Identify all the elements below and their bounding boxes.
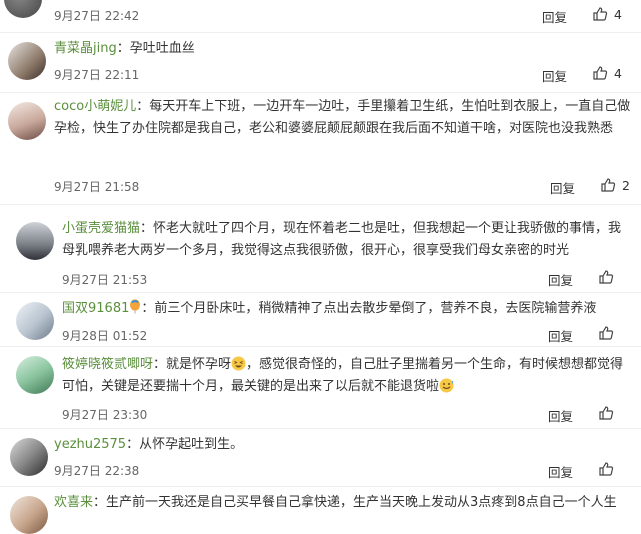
avatar[interactable]	[8, 42, 46, 80]
reply-button[interactable]: 回复	[542, 66, 567, 85]
comment-date: 9月27日 21:58	[54, 180, 140, 194]
reply-button[interactable]: 回复	[548, 406, 573, 425]
comment-text: 欢喜来：生产前一天我还是自己买早餐自己拿快递，生产当天晚上发动从3点疼到8点自己…	[54, 495, 617, 510]
avatar[interactable]	[4, 0, 42, 18]
like-count: 4	[614, 6, 622, 22]
comment-date: 9月27日 23:30	[62, 408, 148, 422]
comment-date: 9月27日 21:53	[62, 273, 148, 287]
username[interactable]: 欢喜来	[54, 495, 93, 510]
avatar[interactable]	[10, 496, 48, 534]
username[interactable]: 小蛋壳爱猫猫	[62, 221, 140, 236]
comment-date: 9月27日 22:11	[54, 68, 140, 82]
comment-text: yezhu2575：从怀孕起吐到生。	[54, 437, 244, 452]
divider	[0, 486, 641, 487]
comment-text: 筱婷晓筱贰唧呀：就是怀孕呀 ，感觉很奇怪的，自己肚子里揣着另一个生命，有时候想想都…	[62, 354, 632, 398]
like-button[interactable]: 2	[600, 177, 630, 193]
comment-body: 前三个月卧床吐，稍微精神了点出去散步晕倒了，营养不良，去医院输营养液	[154, 301, 597, 316]
comment-item: 9月27日 22:42 回复 4	[0, 0, 641, 28]
divider	[0, 346, 641, 347]
like-button[interactable]: 4	[592, 65, 622, 81]
comment-text: coco小萌妮儿：每天开车上下班，一边开车一边吐，手里攥着卫生纸，生怕吐到衣服上…	[54, 99, 631, 136]
avatar[interactable]	[8, 102, 46, 140]
avatar[interactable]	[10, 438, 48, 476]
sweat-smile-emoji-icon	[439, 376, 455, 398]
username[interactable]: yezhu2575	[54, 437, 126, 452]
username[interactable]: 国双91681	[62, 301, 129, 316]
like-button[interactable]	[598, 405, 614, 421]
comment-date: 9月28日 01:52	[62, 329, 148, 343]
thumbs-up-icon	[593, 7, 608, 21]
thumbs-up-icon	[599, 462, 614, 476]
avatar[interactable]	[16, 356, 54, 394]
avatar[interactable]	[16, 222, 54, 260]
like-count: 4	[614, 65, 622, 81]
divider	[0, 428, 641, 429]
reply-button[interactable]: 回复	[548, 462, 573, 481]
username[interactable]: coco小萌妮儿	[54, 99, 136, 114]
divider	[0, 292, 641, 293]
comment-date: 9月27日 22:38	[54, 464, 140, 478]
comment-text: 小蛋壳爱猫猫：怀老大就吐了四个月，现在怀着老二也是吐，但我想起一个更让我骄傲的事…	[62, 221, 622, 258]
divider	[0, 92, 641, 93]
reply-button[interactable]: 回复	[542, 7, 567, 26]
thumbs-up-icon	[599, 406, 614, 420]
laughing-emoji-icon	[231, 354, 246, 376]
comment-body: 就是怀孕呀	[166, 357, 232, 372]
divider	[0, 32, 641, 33]
like-button[interactable]	[598, 325, 614, 341]
comment-body: 从怀孕起吐到生。	[139, 437, 244, 452]
thumbs-up-icon	[601, 178, 616, 192]
balloon-icon	[129, 298, 141, 320]
comment-body: 孕吐吐血丝	[129, 41, 195, 56]
thumbs-up-icon	[593, 66, 608, 80]
username[interactable]: 青菜晶jing	[54, 41, 117, 56]
thumbs-up-icon	[599, 326, 614, 340]
reply-button[interactable]: 回复	[548, 326, 573, 345]
like-button[interactable]	[598, 461, 614, 477]
comment-list: 9月27日 22:42 回复 4 青菜晶jing：孕吐吐血丝 9月27日 22:…	[0, 0, 641, 534]
like-button[interactable]: 4	[592, 6, 622, 22]
comment-text: 国双91681 ：前三个月卧床吐，稍微精神了点出去散步晕倒了，营养不良，去医院输营…	[62, 298, 632, 320]
thumbs-up-icon	[599, 270, 614, 284]
avatar[interactable]	[16, 302, 54, 340]
divider	[0, 204, 641, 205]
like-button[interactable]	[598, 269, 614, 285]
comment-body: 生产前一天我还是自己买早餐自己拿快递，生产当天晚上发动从3点疼到8点自己一个人生	[106, 495, 617, 510]
like-count: 2	[622, 177, 630, 193]
reply-button[interactable]: 回复	[550, 178, 575, 197]
comment-date: 9月27日 22:42	[54, 9, 140, 23]
reply-button[interactable]: 回复	[548, 270, 573, 289]
comment-text: 青菜晶jing：孕吐吐血丝	[54, 41, 195, 56]
username[interactable]: 筱婷晓筱贰唧呀	[62, 357, 153, 372]
